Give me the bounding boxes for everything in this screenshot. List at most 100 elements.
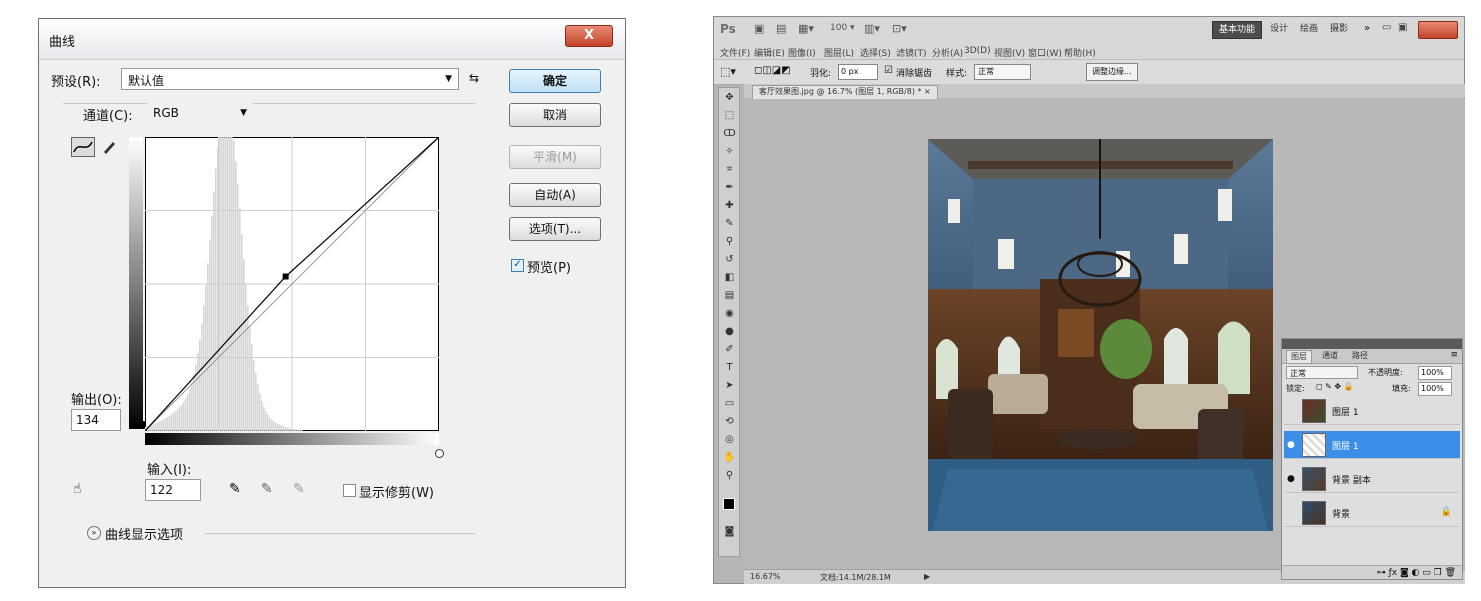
arrange-docs-icon[interactable]: ▥▾ — [864, 22, 880, 35]
selection-mode-icons[interactable]: ◻◫◪◩ — [754, 65, 791, 76]
bridge-icon[interactable]: ▣ — [754, 22, 764, 35]
marquee-tool-icon[interactable]: ⬚ — [723, 110, 736, 122]
lock-icons[interactable]: ◻ ✎ ✥ 🔒 — [1316, 382, 1354, 391]
blend-mode-select[interactable]: 正常 — [1286, 366, 1358, 379]
more-workspaces-icon[interactable]: » — [1364, 23, 1370, 34]
tab-paths[interactable]: 路径 — [1348, 350, 1372, 362]
hand-tool-icon[interactable]: ✋ — [723, 452, 736, 464]
preset-select[interactable]: 默认值 ▼ — [121, 68, 459, 90]
lasso-tool-icon[interactable]: ↀ — [723, 128, 736, 140]
menu-item[interactable]: 编辑(E) — [754, 46, 785, 59]
cancel-button[interactable]: 取消 — [509, 103, 601, 127]
input-field[interactable]: 122 — [145, 479, 201, 501]
tab-layers[interactable]: 图层 — [1286, 350, 1312, 363]
menu-item[interactable]: 图像(I) — [788, 46, 816, 59]
curve-control-points[interactable] — [282, 273, 289, 280]
menu-item[interactable]: 视图(V) — [994, 46, 1025, 59]
menu-item[interactable]: 分析(A) — [932, 46, 963, 59]
3d-orbit-tool-icon[interactable]: ◎ — [723, 434, 736, 446]
eyedropper-tool-icon[interactable]: ✒ — [723, 182, 736, 194]
path-select-tool-icon[interactable]: ➤ — [723, 380, 736, 392]
zoom-status[interactable]: 16.67% — [750, 572, 781, 581]
opacity-input[interactable]: 100% — [1418, 366, 1452, 380]
fill-input[interactable]: 100% — [1418, 382, 1452, 396]
preview-checkbox[interactable]: ✓ — [511, 259, 524, 272]
healing-tool-icon[interactable]: ✚ — [723, 200, 736, 212]
minibridge-icon[interactable]: ▤ — [776, 22, 786, 35]
3d-rotate-tool-icon[interactable]: ⟲ — [723, 416, 736, 428]
quick-mask-icon[interactable]: ◙ — [723, 526, 736, 538]
workspace-essentials-button[interactable]: 基本功能 — [1212, 21, 1263, 39]
workspace-design-button[interactable]: 设计 — [1264, 21, 1294, 37]
white-eyedropper-icon[interactable]: ✎ — [293, 481, 305, 497]
black-eyedropper-icon[interactable]: ✎ — [229, 481, 241, 497]
view-extras-icon[interactable]: ▦▾ — [798, 22, 814, 35]
menu-item[interactable]: 窗口(W) — [1028, 46, 1062, 59]
stamp-tool-icon[interactable]: ⚲ — [723, 236, 736, 248]
marquee-tool-icon[interactable]: ⬚▾ — [720, 65, 736, 78]
layer-row[interactable]: ● 背景 副本 — [1284, 465, 1460, 493]
close-button[interactable]: X — [565, 25, 613, 47]
menu-item[interactable]: 滤镜(T) — [896, 46, 927, 59]
screen-mode-icon[interactable]: ⊡▾ — [892, 22, 907, 35]
blur-tool-icon[interactable]: ◉ — [723, 308, 736, 320]
style-select[interactable]: 正常 — [974, 64, 1031, 80]
menu-item[interactable]: 文件(F) — [720, 46, 750, 59]
layer-row[interactable]: 图层 1 — [1284, 397, 1460, 425]
menu-item[interactable]: 帮助(H) — [1064, 46, 1096, 59]
workspace-photography-button[interactable]: 摄影 — [1324, 21, 1354, 37]
output-field[interactable]: 134 — [71, 409, 121, 431]
menu-item[interactable]: 图层(L) — [824, 46, 854, 59]
move-tool-icon[interactable]: ✥ — [723, 92, 736, 104]
status-arrow-icon[interactable]: ▶ — [924, 572, 930, 581]
histogram-bar — [235, 161, 237, 431]
document-tab[interactable]: 客厅效果图.jpg @ 16.7% (图层 1, RGB/8) * × — [752, 85, 938, 99]
preset-options-icon[interactable]: ⇆ — [469, 71, 479, 85]
menu-item[interactable]: 3D(D) — [964, 46, 991, 56]
visibility-eye-icon[interactable] — [1287, 508, 1299, 518]
curve-control-point[interactable] — [282, 273, 289, 280]
show-clipping-checkbox[interactable] — [343, 484, 356, 497]
gradient-tool-icon[interactable]: ▤ — [723, 290, 736, 302]
target-adjust-icon[interactable]: ☝ — [73, 481, 82, 497]
gray-eyedropper-icon[interactable]: ✎ — [261, 481, 273, 497]
channel-select[interactable]: RGB ▼ — [147, 103, 253, 125]
close-app-button[interactable] — [1418, 21, 1458, 39]
minimize-icon[interactable]: ▭ — [1382, 22, 1391, 33]
brush-tool-icon[interactable]: ✎ — [723, 218, 736, 230]
curve-graph[interactable] — [145, 137, 439, 431]
workspace-painting-button[interactable]: 绘画 — [1294, 21, 1324, 37]
dodge-tool-icon[interactable]: ● — [723, 326, 736, 338]
type-tool-icon[interactable]: T — [723, 362, 736, 374]
visibility-eye-icon[interactable] — [1287, 406, 1299, 416]
options-button[interactable]: 选项(T)... — [509, 217, 601, 241]
panel-menu-icon[interactable]: ≡ — [1450, 350, 1458, 360]
shape-tool-icon[interactable]: ▭ — [723, 398, 736, 410]
pencil-icon[interactable] — [101, 139, 117, 155]
zoom-level-icon[interactable]: 100 ▾ — [830, 23, 855, 33]
expand-options-button[interactable]: » — [87, 526, 101, 540]
crop-tool-icon[interactable]: ⌗ — [723, 164, 736, 176]
foreground-color-swatch[interactable] — [723, 498, 735, 510]
layer-row[interactable]: 背景 🔒 — [1284, 499, 1460, 527]
smooth-button[interactable]: 平滑(M) — [509, 145, 601, 169]
white-point-slider[interactable] — [435, 449, 444, 458]
panel-footer-icons[interactable]: ⊶ ƒx ◙ ◐ ▭ ❐ 🗑 — [1377, 568, 1456, 578]
visibility-eye-icon[interactable]: ● — [1287, 440, 1299, 450]
eraser-tool-icon[interactable]: ◧ — [723, 272, 736, 284]
layer-row[interactable]: ● 图层 1 — [1284, 431, 1460, 459]
auto-button[interactable]: 自动(A) — [509, 183, 601, 207]
curve-point-tool-icon[interactable] — [71, 137, 95, 157]
ok-button[interactable]: 确定 — [509, 69, 601, 93]
menu-item[interactable]: 选择(S) — [860, 46, 891, 59]
quick-select-tool-icon[interactable]: ✧ — [723, 146, 736, 158]
pen-tool-icon[interactable]: ✐ — [723, 344, 736, 356]
history-brush-tool-icon[interactable]: ↺ — [723, 254, 736, 266]
visibility-eye-icon[interactable]: ● — [1287, 474, 1299, 484]
refine-edge-button[interactable]: 调整边缘... — [1086, 63, 1138, 81]
antialias-checkbox[interactable]: ☑ — [884, 65, 893, 76]
restore-icon[interactable]: ▣ — [1398, 22, 1407, 33]
feather-input[interactable]: 0 px — [838, 64, 878, 80]
tab-channels[interactable]: 通道 — [1318, 350, 1342, 362]
zoom-tool-icon[interactable]: ⚲ — [723, 470, 736, 482]
